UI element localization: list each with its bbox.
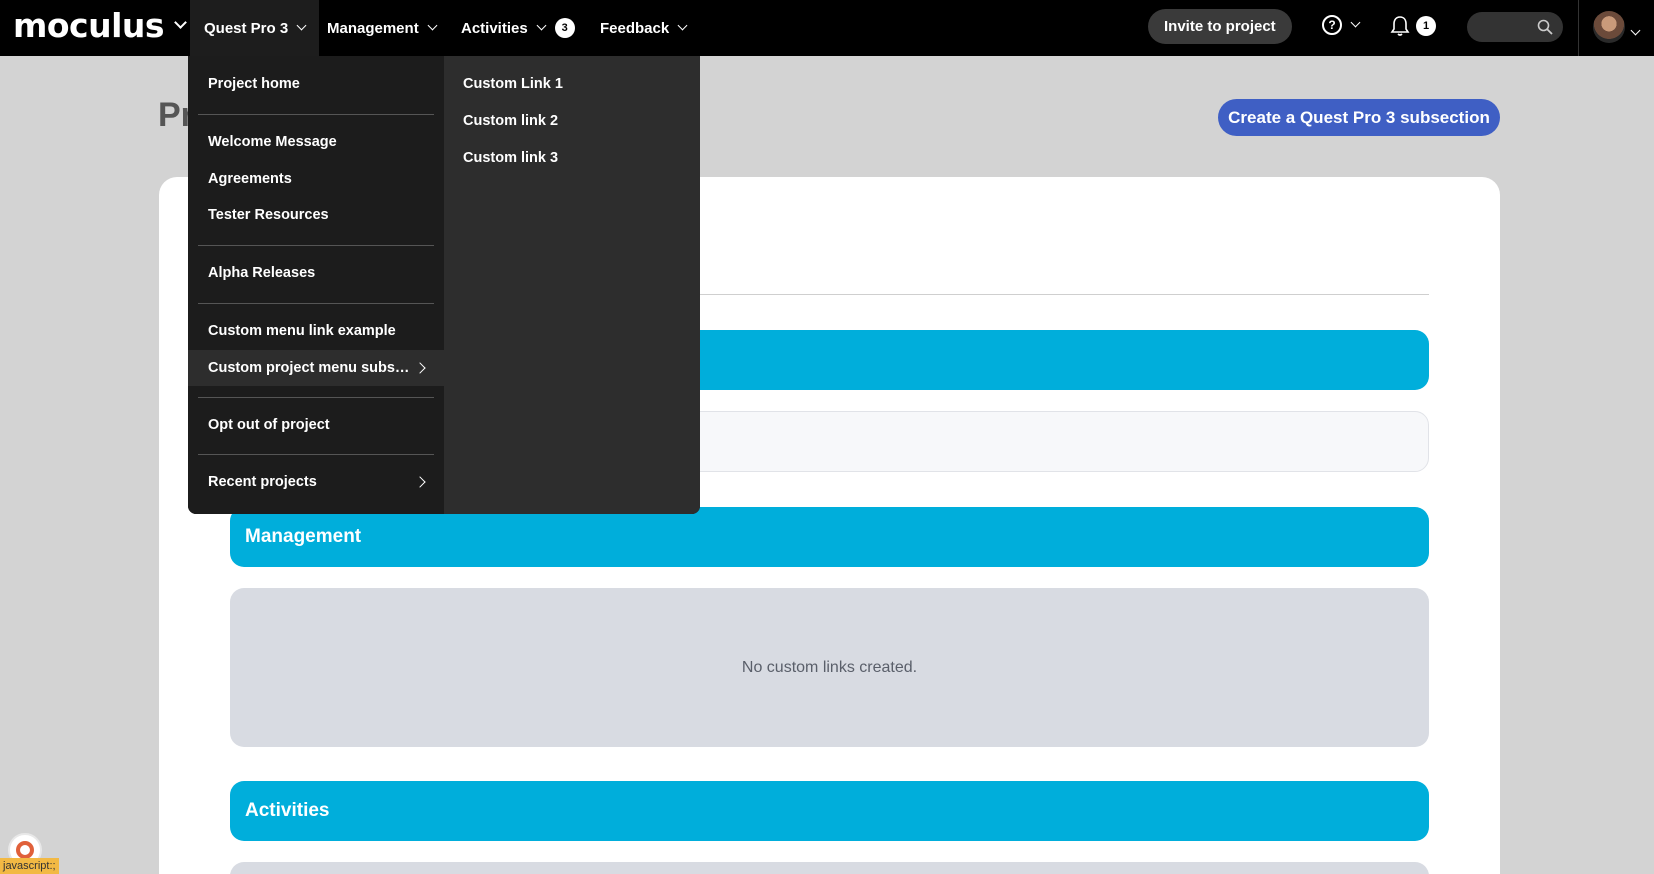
status-bar-url: javascript:; (0, 858, 59, 874)
activities-count-badge: 3 (554, 18, 575, 38)
section-header-activities[interactable]: Activities (230, 781, 1429, 841)
nav-label: Quest Pro 3 (204, 19, 289, 37)
menu-item-label: Project home (208, 76, 300, 92)
menu-item-custom-menu-link-example[interactable]: Custom menu link example (188, 313, 444, 349)
menu-separator (198, 114, 434, 115)
create-subsection-button[interactable]: Create a Quest Pro 3 subsection (1218, 99, 1500, 136)
nav-feedback[interactable]: Feedback (586, 0, 700, 56)
menu-item-label: Recent projects (208, 474, 317, 490)
nav-label: Activities (461, 19, 528, 37)
menu-item-welcome-message[interactable]: Welcome Message (188, 124, 444, 160)
chevron-down-icon (296, 20, 307, 31)
menu-item-label: Tester Resources (208, 207, 329, 223)
menu-item-agreements[interactable]: Agreements (188, 161, 444, 197)
nav-label: Feedback (600, 19, 670, 37)
menu-item-label: Custom project menu subsection (208, 360, 413, 376)
section-title: Activities (245, 800, 330, 821)
section-header-management[interactable]: Management (230, 507, 1429, 567)
section-title: Management (245, 526, 362, 547)
notifications-count-badge: 1 (1416, 16, 1436, 36)
menu-item-project-home[interactable]: Project home (188, 66, 444, 102)
search-icon (1537, 19, 1553, 35)
chevron-down-icon (536, 20, 547, 31)
help-menu[interactable]: ? (1322, 15, 1361, 35)
menu-item-recent-projects[interactable]: Recent projects (188, 464, 444, 500)
nav-divider (1578, 0, 1579, 56)
top-navbar: moculus Quest Pro 3 Management Activitie… (0, 0, 1654, 56)
menu-item-tester-resources[interactable]: Tester Resources (188, 197, 444, 233)
menu-item-label: Agreements (208, 171, 292, 187)
menu-item-custom-project-menu-subsection[interactable]: Custom project menu subsection (188, 350, 444, 386)
menu-separator (198, 245, 434, 246)
chevron-right-icon (414, 362, 426, 374)
bell-icon (1390, 16, 1410, 36)
empty-state: No custom links created. (230, 588, 1429, 747)
chevron-down-icon (677, 20, 688, 31)
dropdown-left-column: Project home Welcome Message Agreements … (188, 56, 444, 514)
nav-management[interactable]: Management (313, 0, 450, 56)
logo[interactable]: moculus (13, 6, 187, 45)
menu-item-label: Opt out of project (208, 417, 330, 433)
menu-separator (198, 303, 434, 304)
menu-item-alpha-releases[interactable]: Alpha Releases (188, 255, 444, 291)
empty-state-text: No custom links created. (741, 658, 918, 676)
nav-quest-pro-3[interactable]: Quest Pro 3 (190, 0, 320, 56)
nav-label: Management (327, 19, 419, 37)
notifications-button[interactable]: 1 (1390, 15, 1436, 37)
menu-item-label: Custom menu link example (208, 323, 396, 339)
menu-item-label: Welcome Message (208, 134, 337, 150)
submenu-item-custom-link-2[interactable]: Custom link 2 (463, 106, 558, 136)
menu-separator (198, 397, 434, 398)
menu-item-label: Alpha Releases (208, 265, 316, 281)
chevron-down-icon[interactable] (1630, 21, 1641, 39)
chevron-down-icon (174, 16, 187, 29)
chevron-down-icon (1350, 17, 1361, 28)
submenu-item-custom-link-3[interactable]: Custom link 3 (463, 143, 558, 173)
nav-activities[interactable]: Activities 3 (447, 0, 589, 56)
invite-to-project-button[interactable]: Invite to project (1148, 9, 1292, 44)
chevron-down-icon (427, 20, 438, 31)
avatar[interactable] (1593, 11, 1625, 43)
dropdown-submenu: Custom Link 1 Custom link 2 Custom link … (444, 56, 700, 514)
menu-separator (198, 454, 434, 455)
help-icon: ? (1322, 15, 1342, 35)
submenu-item-custom-link-1[interactable]: Custom Link 1 (463, 69, 563, 99)
chevron-right-icon (414, 476, 426, 488)
search-button[interactable] (1467, 12, 1563, 42)
chat-widget-icon (16, 841, 34, 859)
project-dropdown-menu: Project home Welcome Message Agreements … (188, 56, 700, 514)
menu-item-opt-out[interactable]: Opt out of project (188, 407, 444, 443)
logo-text: moculus (13, 6, 165, 45)
activities-content (230, 862, 1429, 874)
